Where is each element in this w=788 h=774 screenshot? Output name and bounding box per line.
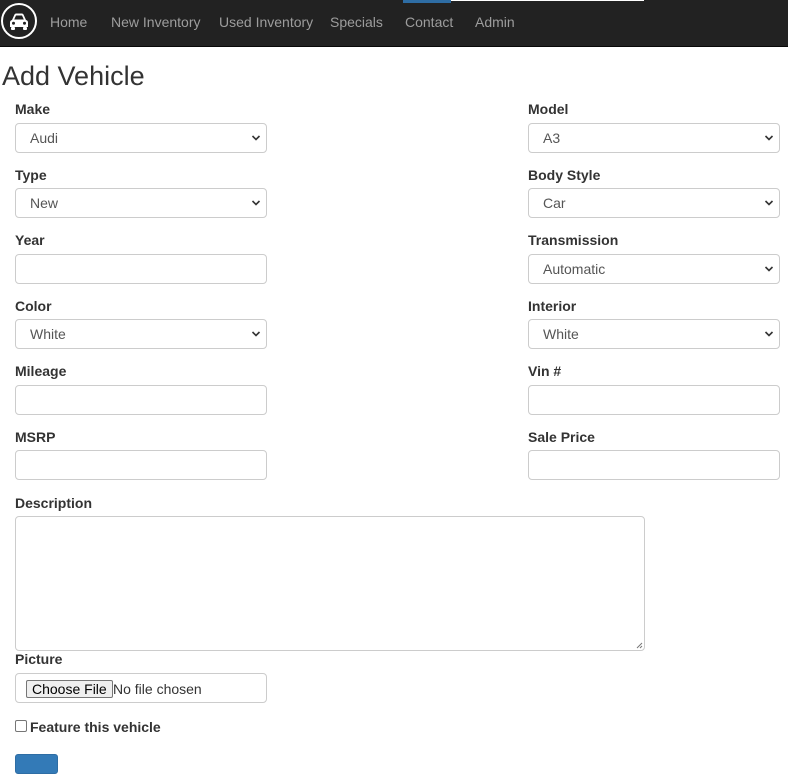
type-label: Type [15,167,47,183]
description-label: Description [15,495,93,511]
chevron-down-icon [764,135,774,141]
save-button[interactable] [15,754,58,774]
interior-select[interactable]: White [528,319,780,349]
type-select[interactable]: New [15,188,267,218]
brand-logo[interactable] [1,3,37,39]
car-icon [10,13,28,30]
nav-item-used-inventory[interactable]: Used Inventory [219,0,313,46]
color-value: White [30,326,66,342]
page-title: Add Vehicle [2,61,145,91]
interior-value: White [543,326,579,342]
nav-item-specials[interactable]: Specials [330,0,383,46]
picture-file-input[interactable]: Choose File No file chosen [15,673,267,703]
sale-price-label: Sale Price [528,429,595,445]
mileage-input[interactable] [15,385,267,415]
feature-checkbox[interactable] [15,720,27,732]
color-label: Color [15,298,52,314]
make-select[interactable]: Audi [15,123,267,153]
color-select[interactable]: White [15,319,267,349]
nav-item-admin[interactable]: Admin [475,0,515,46]
chevron-down-icon [251,200,261,206]
model-label: Model [528,101,569,117]
year-label: Year [15,232,45,248]
body-style-select[interactable]: Car [528,188,780,218]
picture-label: Picture [15,651,63,667]
msrp-label: MSRP [15,429,56,445]
nav-item-new-inventory[interactable]: New Inventory [111,0,200,46]
chevron-down-icon [764,266,774,272]
chevron-down-icon [764,331,774,337]
model-select[interactable]: A3 [528,123,780,153]
vin-input[interactable] [528,385,780,415]
type-value: New [30,195,59,211]
resize-grip-icon[interactable] [635,641,643,649]
body-style-label: Body Style [528,167,601,183]
chevron-down-icon [251,331,261,337]
choose-file-button[interactable]: Choose File [26,680,113,698]
mileage-label: Mileage [15,363,67,379]
nav-item-home[interactable]: Home [50,0,87,46]
transmission-select[interactable]: Automatic [528,254,780,284]
chevron-down-icon [251,135,261,141]
file-status: No file chosen [113,681,202,697]
body-style-value: Car [543,195,566,211]
msrp-input[interactable] [15,450,267,480]
description-textarea[interactable] [15,516,645,651]
transmission-label: Transmission [528,232,619,248]
model-value: A3 [543,130,561,146]
vin-label: Vin # [528,363,562,379]
interior-label: Interior [528,298,577,314]
make-value: Audi [30,130,59,146]
chevron-down-icon [764,200,774,206]
transmission-value: Automatic [543,261,606,277]
feature-label: Feature this vehicle [30,719,161,735]
sale-price-input[interactable] [528,450,780,480]
year-input[interactable] [15,254,267,284]
make-label: Make [15,101,51,117]
top-navbar: Home New Inventory Used Inventory Specia… [0,0,788,47]
nav-item-contact[interactable]: Contact [405,0,453,46]
